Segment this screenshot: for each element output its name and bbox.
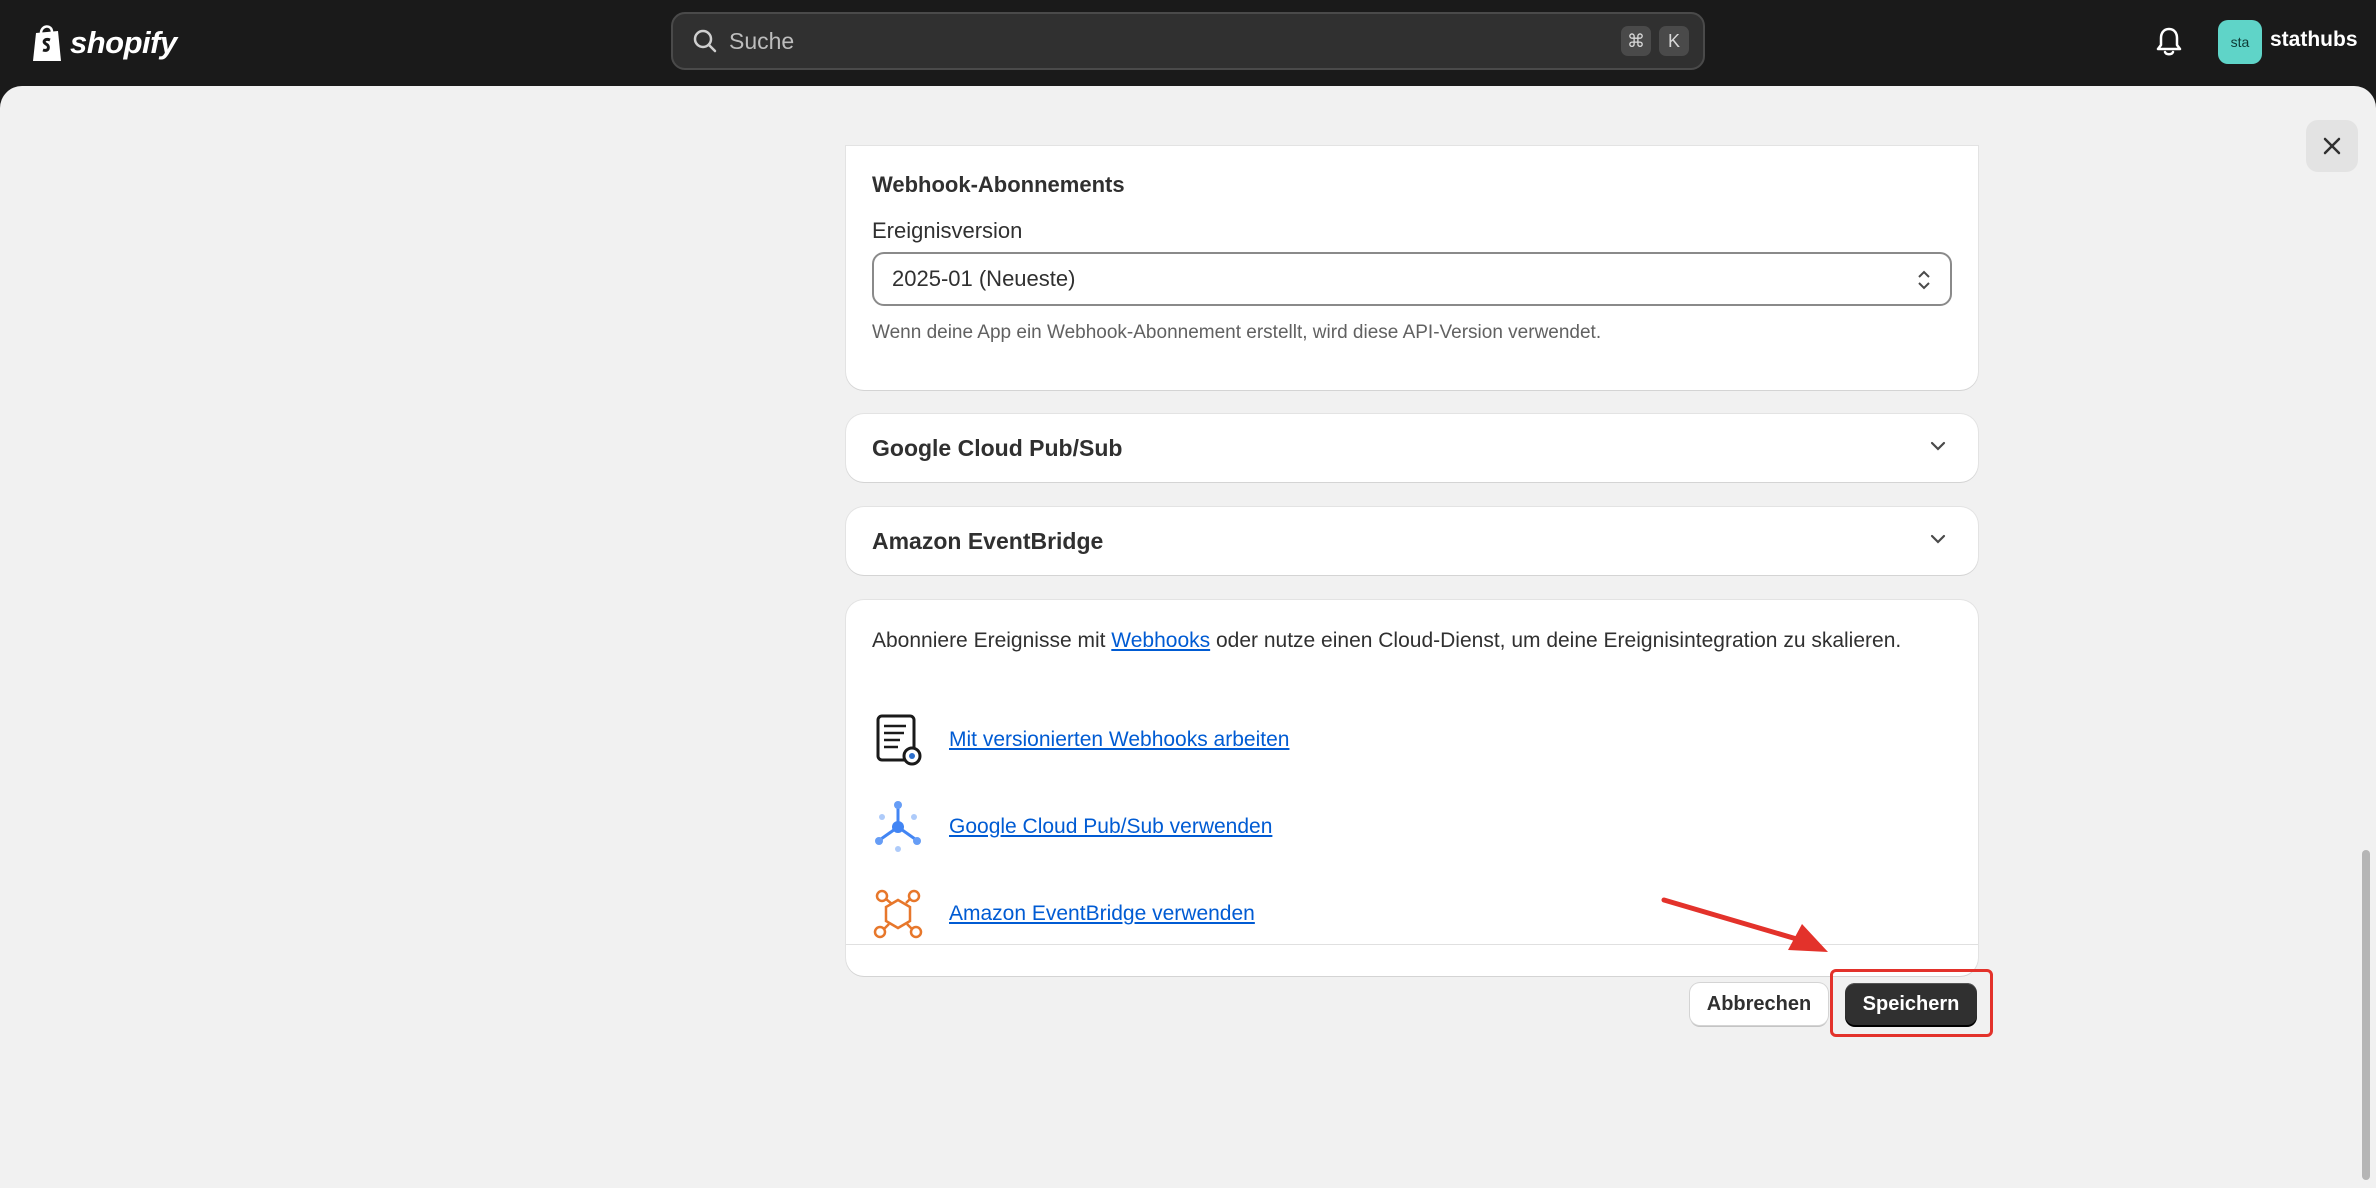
select-arrows-icon: [1918, 270, 1930, 290]
store-avatar[interactable]: sta: [2218, 20, 2262, 64]
versioned-webhooks-link[interactable]: Mit versionierten Webhooks arbeiten: [949, 728, 1289, 752]
top-bar: shopify Suche ⌘ K sta stathubs: [0, 0, 2376, 86]
command-key: ⌘: [1621, 26, 1651, 56]
intro-text-before: Abonniere Ereignisse mit: [872, 629, 1112, 652]
close-icon: [2323, 137, 2341, 155]
event-version-help: Wenn deine App ein Webhook-Abonnement er…: [872, 322, 1602, 343]
resource-item-eventbridge: Amazon EventBridge verwenden: [872, 886, 1255, 942]
webhook-card-title: Webhook-Abonnements: [872, 172, 1125, 197]
resource-item-google-pubsub: Google Cloud Pub/Sub verwenden: [872, 799, 1272, 855]
chevron-down-icon: [1930, 441, 1946, 451]
accordion-amazon-eventbridge[interactable]: Amazon EventBridge: [846, 507, 1978, 575]
chevron-down-icon: [1930, 534, 1946, 544]
accordion-title: Google Cloud Pub/Sub: [872, 435, 1123, 461]
search-bar[interactable]: Suche ⌘ K: [671, 12, 1705, 70]
accordion-google-pubsub[interactable]: Google Cloud Pub/Sub: [846, 414, 1978, 482]
annotation-arrow-icon: [1661, 897, 1828, 952]
event-version-label: Ereignisversion: [872, 218, 1023, 243]
store-name[interactable]: stathubs: [2270, 28, 2358, 52]
close-modal-button[interactable]: [2306, 120, 2358, 172]
save-button-highlight: [1830, 969, 1993, 1037]
event-version-value: 2025-01 (Neueste): [892, 266, 1076, 291]
search-placeholder: Suche: [729, 27, 795, 54]
k-key: K: [1659, 26, 1689, 56]
scroll-document-icon: [876, 714, 922, 766]
google-pubsub-icon: [875, 801, 921, 852]
modal-panel: Webhook-Abonnements Ereignisversion 2025…: [0, 86, 2376, 1188]
eventbridge-icon: [873, 889, 923, 939]
webhooks-link[interactable]: Webhooks: [1111, 629, 1210, 652]
intro-text-after: oder nutze einen Cloud-Dienst, um deine …: [1210, 629, 1902, 652]
shopify-bag-icon: [33, 25, 61, 61]
event-version-select[interactable]: 2025-01 (Neueste): [872, 252, 1952, 306]
notification-bell-icon[interactable]: [2153, 24, 2185, 58]
cancel-button[interactable]: Abbrechen: [1690, 983, 1828, 1025]
brand-name: shopify: [70, 25, 177, 60]
modal-scrollbar[interactable]: [2362, 850, 2370, 1180]
search-icon: [693, 29, 717, 53]
accordion-title: Amazon EventBridge: [872, 528, 1104, 554]
shopify-logo[interactable]: shopify: [30, 20, 177, 66]
resource-item-versioned-webhooks: Mit versionierten Webhooks arbeiten: [872, 712, 1289, 768]
search-shortcut: ⌘ K: [1621, 26, 1689, 56]
resources-intro: Abonniere Ereignisse mit Webhooks oder n…: [872, 624, 1932, 657]
webhook-subscriptions-card: Webhook-Abonnements Ereignisversion 2025…: [846, 146, 1978, 390]
eventbridge-link[interactable]: Amazon EventBridge verwenden: [949, 902, 1255, 926]
google-pubsub-link[interactable]: Google Cloud Pub/Sub verwenden: [949, 815, 1272, 839]
